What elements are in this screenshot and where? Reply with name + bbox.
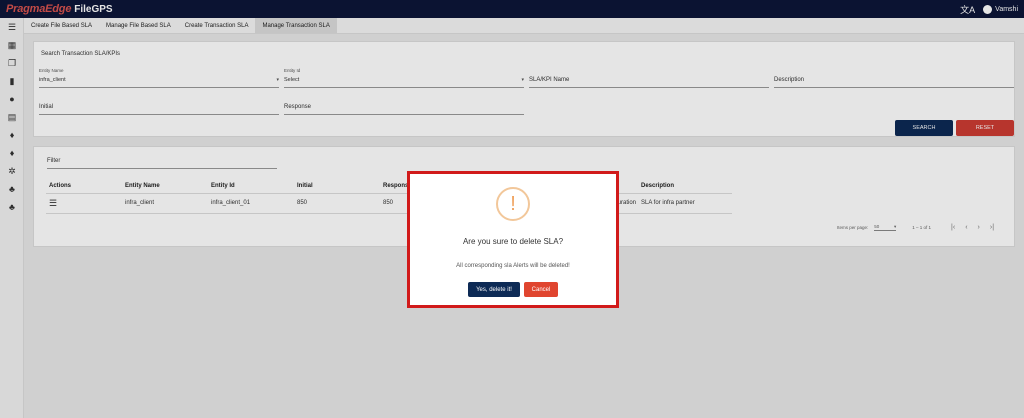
- confirm-delete-button[interactable]: Yes, delete it!: [468, 282, 520, 297]
- cancel-button[interactable]: Cancel: [524, 282, 558, 297]
- dialog-message: All corresponding sla Alerts will be del…: [456, 263, 570, 269]
- delete-confirm-dialog: ! Are you sure to delete SLA? All corres…: [410, 174, 616, 305]
- warning-icon: !: [496, 187, 530, 221]
- dialog-title: Are you sure to delete SLA?: [462, 237, 564, 246]
